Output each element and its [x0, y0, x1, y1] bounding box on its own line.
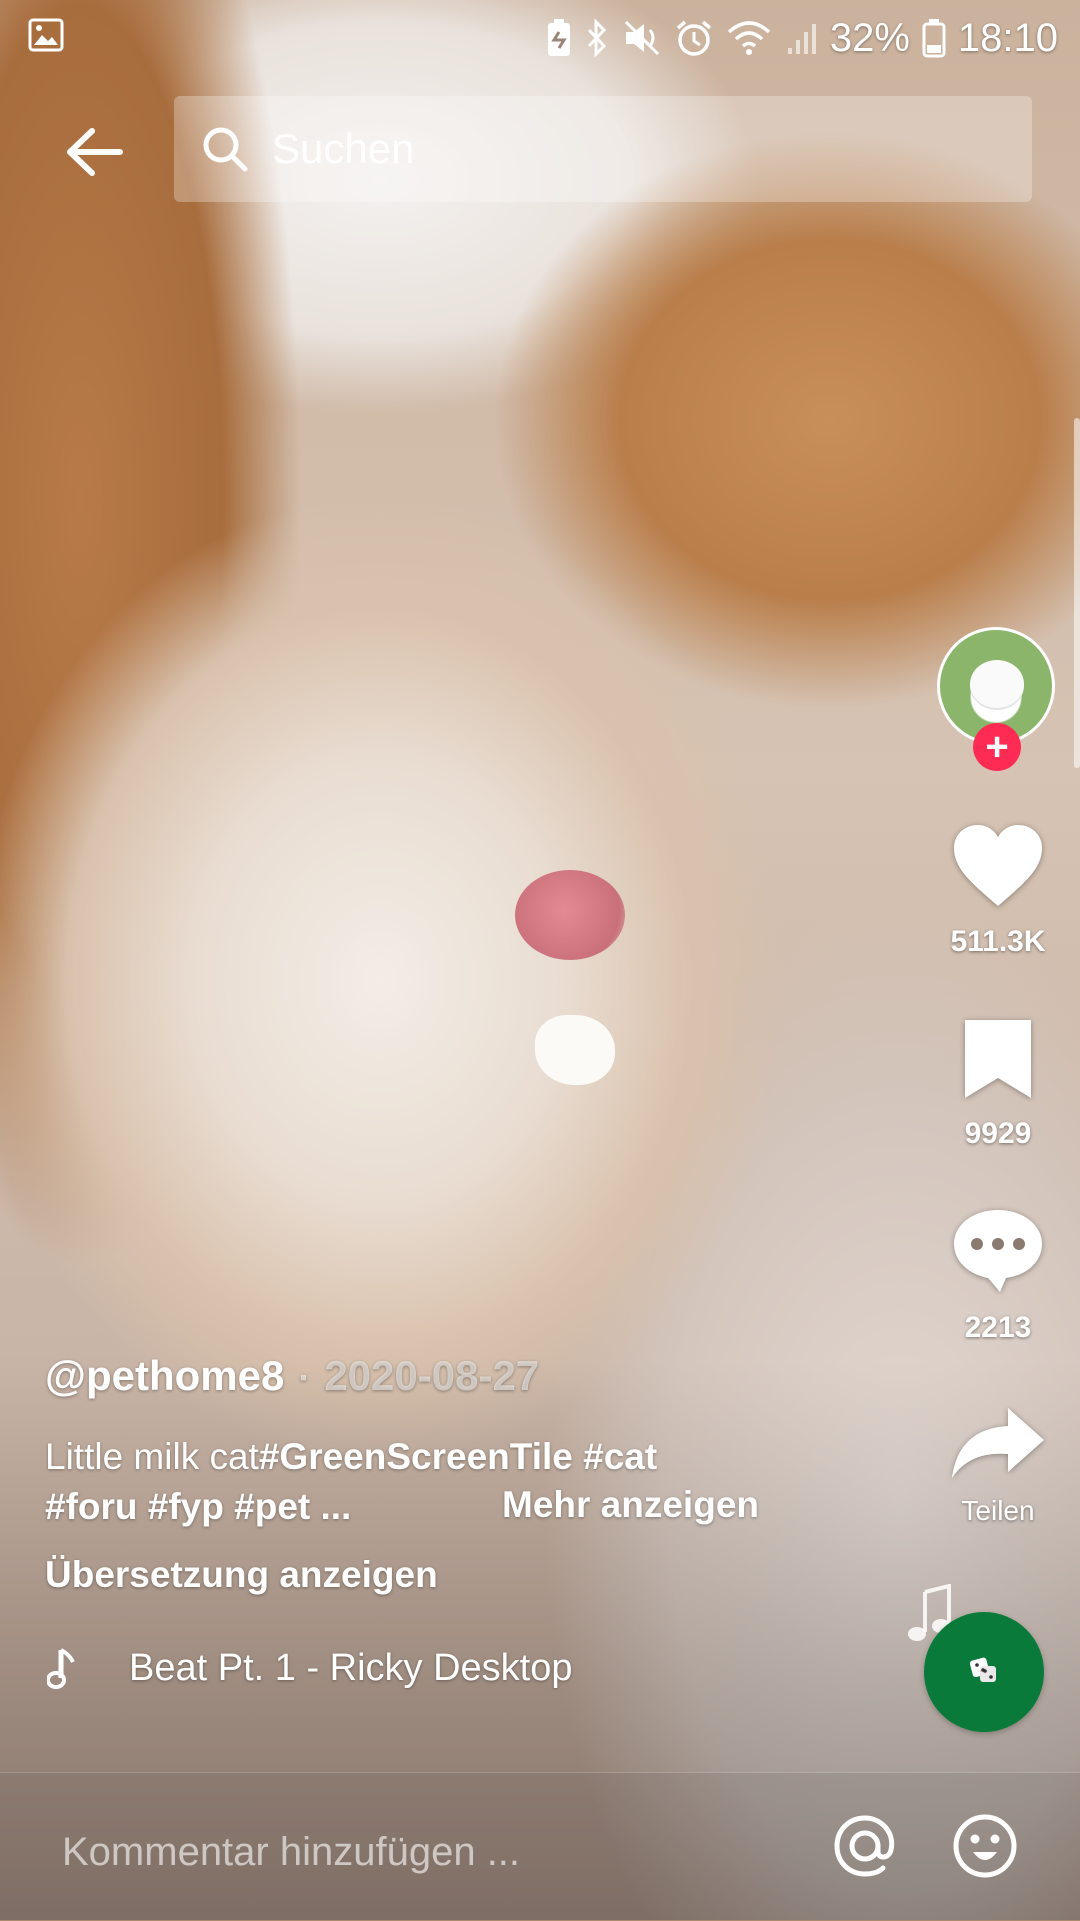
- comment-count: 2213: [964, 1311, 1032, 1344]
- music-title[interactable]: Beat Pt. 1 - Ricky Desktop: [129, 1647, 609, 1690]
- comment-bubble-icon[interactable]: [950, 1206, 1046, 1301]
- music-row[interactable]: Beat Pt. 1 - Ricky Desktop: [45, 1646, 609, 1690]
- music-disc[interactable]: [924, 1612, 1044, 1732]
- search-input[interactable]: [270, 124, 974, 174]
- back-arrow-icon: [67, 128, 123, 176]
- translate-link[interactable]: Übersetzung anzeigen: [45, 1554, 438, 1596]
- clock: 18:10: [957, 15, 1058, 60]
- avatar-dog-image: [970, 660, 1024, 708]
- status-bar: 32% 18:10: [0, 0, 1080, 72]
- battery-saver-icon: [546, 18, 572, 58]
- kitten-nose: [515, 870, 625, 960]
- save-count: 9929: [964, 1117, 1032, 1150]
- scroll-indicator: [1074, 418, 1080, 768]
- music-note-icon: [45, 1646, 81, 1690]
- heart-icon[interactable]: [950, 822, 1046, 915]
- alarm-icon: [674, 18, 714, 58]
- back-button[interactable]: [62, 120, 126, 184]
- smiley-icon: [953, 1814, 1017, 1878]
- dice-icon: [968, 1654, 1000, 1691]
- caption-line-2[interactable]: #foru #fyp #pet ...: [45, 1486, 351, 1528]
- more-link[interactable]: Mehr anzeigen: [502, 1484, 759, 1526]
- share-label: Teilen: [961, 1495, 1035, 1526]
- share-action[interactable]: Teilen: [940, 1404, 1056, 1527]
- battery-icon: [922, 18, 946, 58]
- post-meta: @pethome8 · 2020-08-27: [45, 1352, 539, 1400]
- save-action[interactable]: 9929: [940, 1016, 1056, 1151]
- share-arrow-icon[interactable]: [948, 1404, 1048, 1485]
- bookmark-icon[interactable]: [961, 1016, 1035, 1107]
- wifi-icon: [726, 18, 772, 58]
- creator-avatar[interactable]: +: [937, 627, 1055, 771]
- emoji-button[interactable]: [948, 1809, 1022, 1883]
- battery-percent: 32%: [829, 15, 910, 60]
- milk-drop: [535, 1015, 615, 1085]
- bluetooth-icon: [584, 18, 610, 58]
- mute-icon: [622, 18, 662, 58]
- comment-action[interactable]: 2213: [940, 1206, 1056, 1345]
- at-sign-icon: [834, 1815, 895, 1877]
- gallery-icon: [28, 18, 64, 52]
- follow-button[interactable]: +: [973, 723, 1021, 771]
- post-date: 2020-08-27: [324, 1352, 540, 1399]
- like-count: 511.3K: [950, 925, 1046, 958]
- signal-icon: [784, 18, 818, 58]
- caption-line-1: Little milk cat#GreenScreenTile #cat: [45, 1436, 657, 1478]
- like-action[interactable]: 511.3K: [940, 822, 1056, 959]
- mention-button[interactable]: [828, 1809, 902, 1883]
- separator-dot: ·: [298, 1357, 311, 1398]
- comment-bar: [0, 1772, 1080, 1921]
- username[interactable]: @pethome8: [45, 1352, 284, 1400]
- search-bar[interactable]: [174, 96, 1032, 202]
- comment-input[interactable]: [60, 1829, 784, 1876]
- caption-hashtags[interactable]: #GreenScreenTile #cat: [259, 1436, 657, 1477]
- search-icon: [200, 124, 250, 174]
- caption-text: Little milk cat: [45, 1436, 259, 1477]
